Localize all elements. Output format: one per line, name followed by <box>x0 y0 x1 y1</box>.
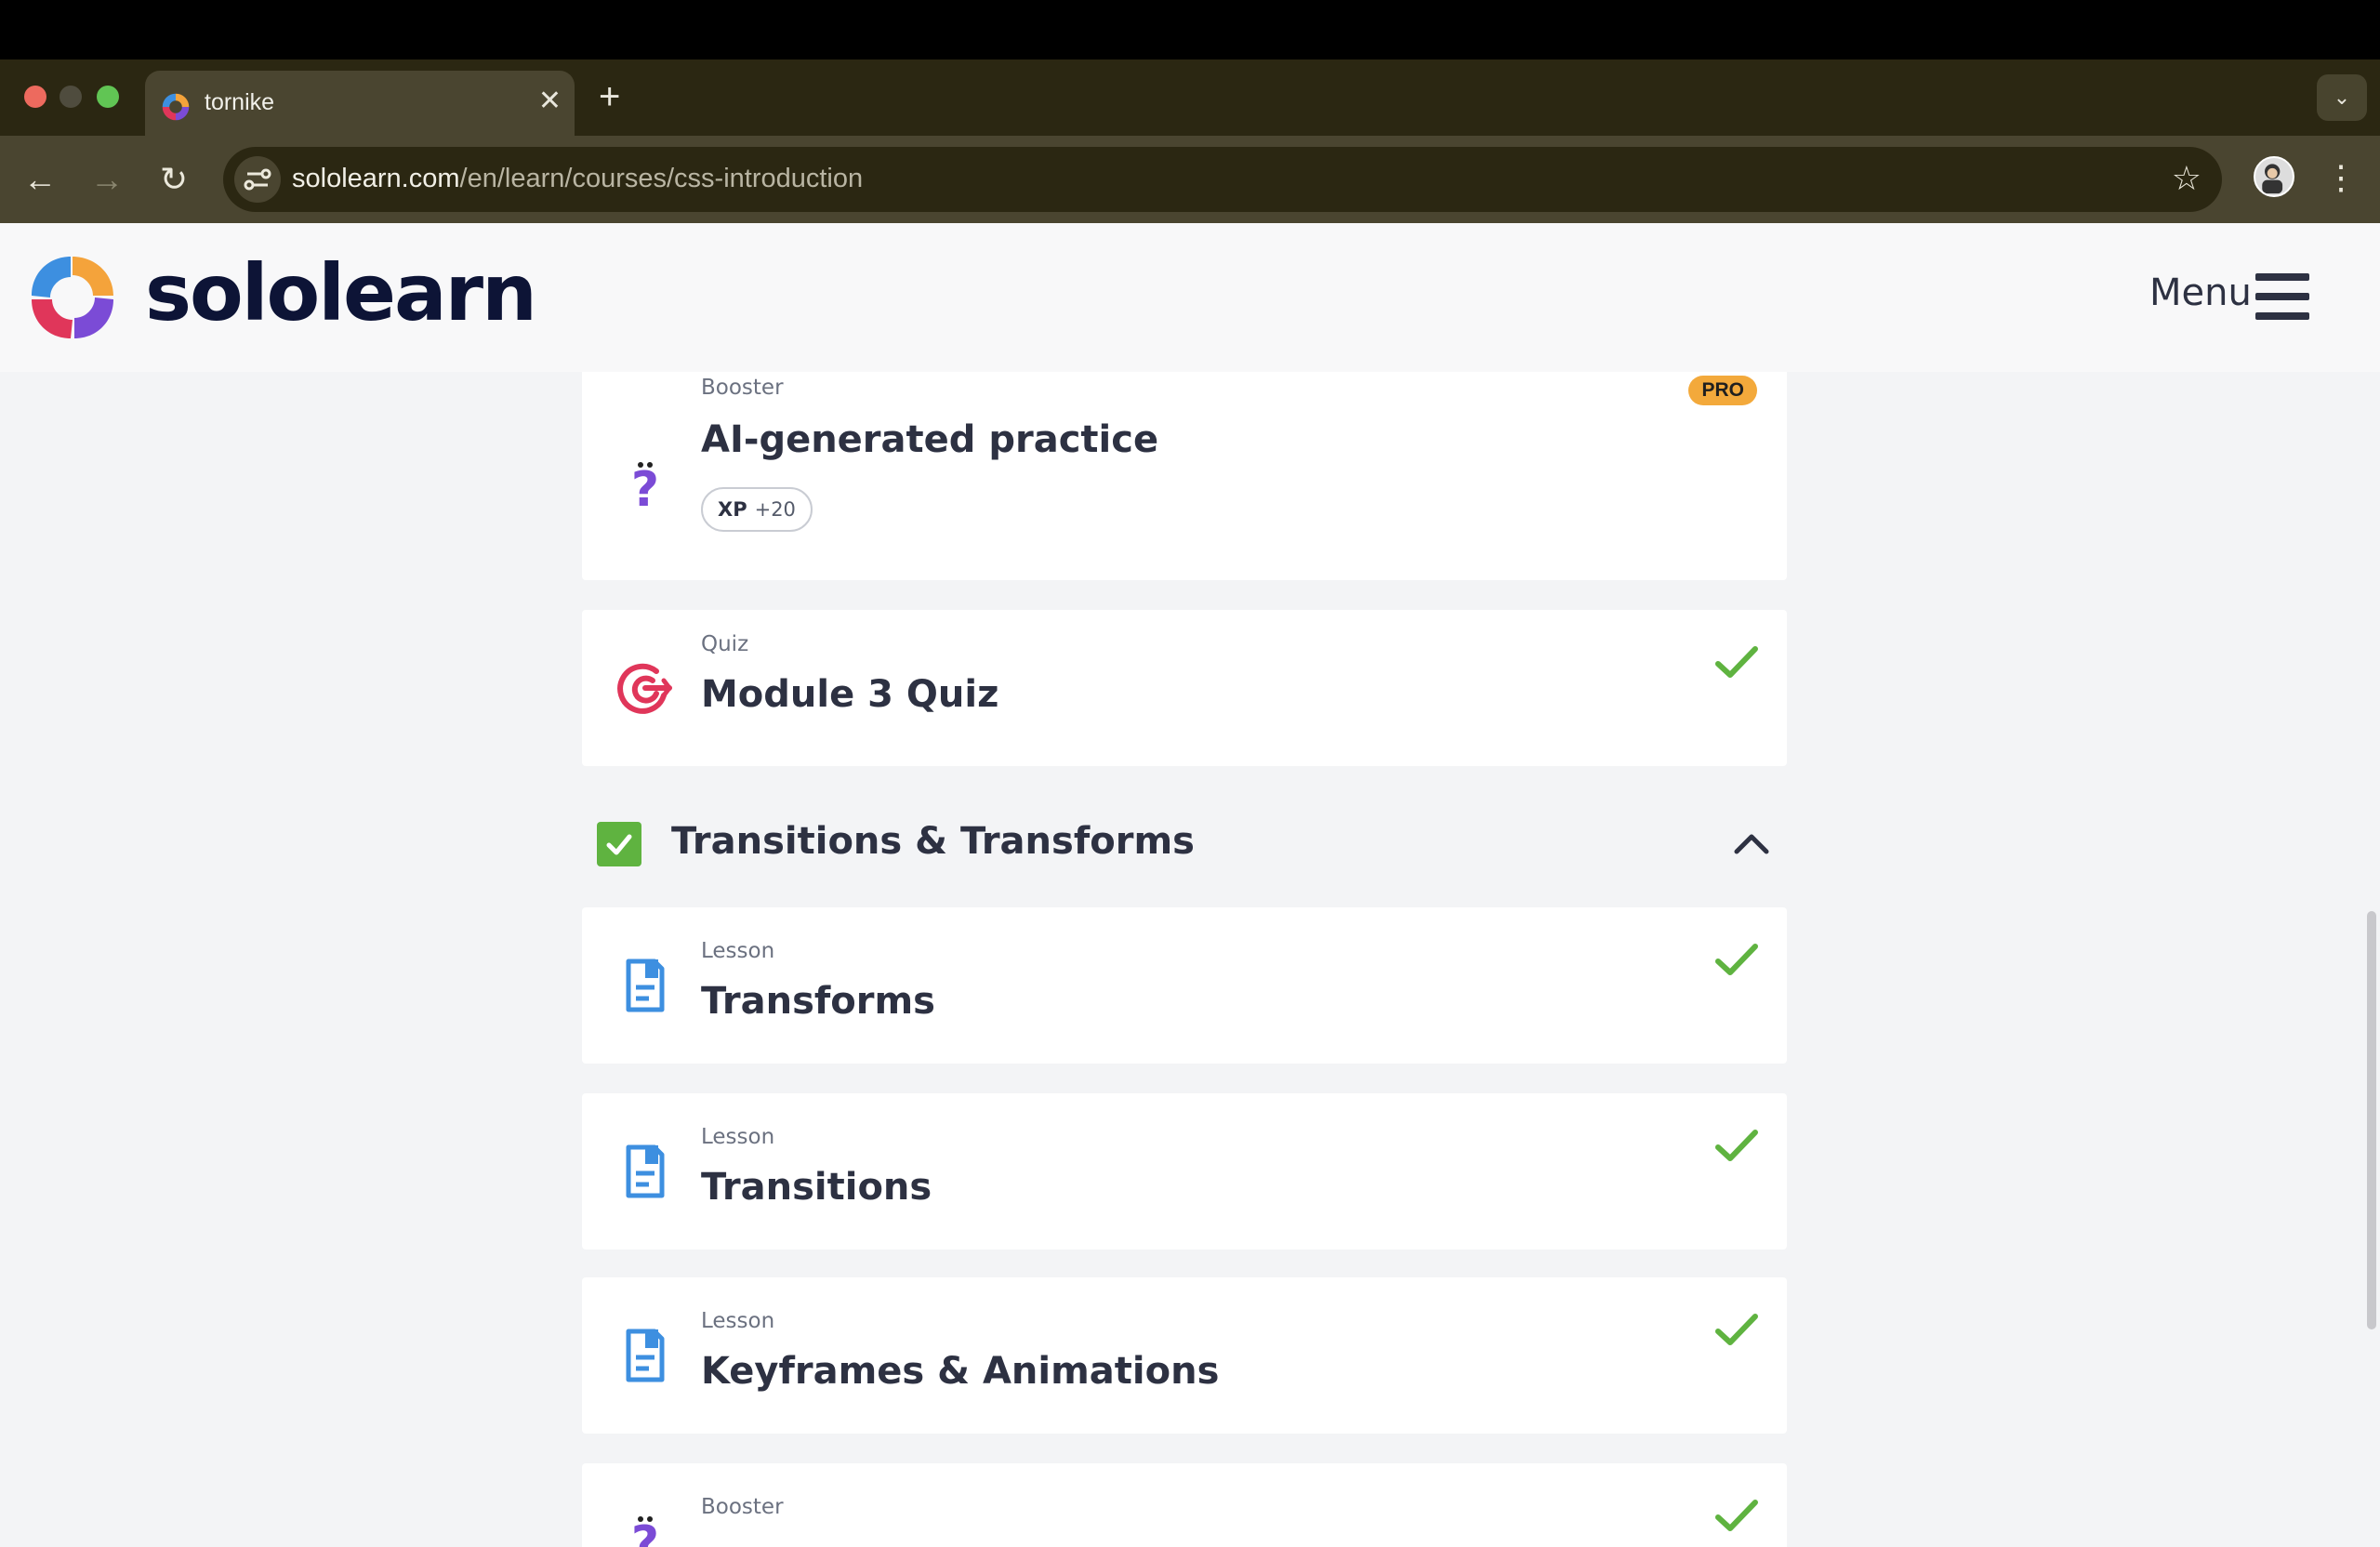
xp-reward-pill: XP +20 <box>701 487 813 532</box>
url-text: sololearn.com/en/learn/courses/css-intro… <box>292 164 864 193</box>
lesson-document-icon <box>626 1329 665 1382</box>
brand-name[interactable]: sololearn <box>145 247 537 338</box>
hamburger-menu-icon[interactable] <box>2255 273 2309 320</box>
item-kind: Booster <box>701 1495 784 1519</box>
item-title: Keyframes & Animations <box>701 1350 1220 1393</box>
item-kind: Lesson <box>701 1125 775 1149</box>
lesson-card[interactable]: Lesson Keyframes & Animations <box>582 1277 1787 1434</box>
sololearn-favicon-icon <box>162 93 190 121</box>
course-item-card[interactable]: ? Booster <box>582 1463 1787 1547</box>
browser-chrome: tornike ✕ + ⌄ ← → ↻ sololearn.com/en/lea… <box>0 60 2380 223</box>
item-kind: Lesson <box>701 1309 775 1333</box>
item-kind: Lesson <box>701 939 775 963</box>
completed-check-icon <box>1715 646 1758 678</box>
tab-title: tornike <box>205 89 275 115</box>
bookmark-star-icon[interactable]: ☆ <box>2172 158 2202 199</box>
section-complete-checkbox <box>597 822 641 866</box>
completed-check-icon <box>1715 1500 1758 1531</box>
profile-avatar[interactable] <box>2254 156 2294 197</box>
browser-menu-icon[interactable]: ⋮ <box>2324 152 2358 203</box>
pro-badge: PRO <box>1688 376 1757 405</box>
item-kind: Quiz <box>701 632 749 656</box>
site-info-icon[interactable] <box>234 156 281 203</box>
course-item-card[interactable]: ? Booster AI-generated practice PRO XP +2… <box>582 353 1787 580</box>
lesson-document-icon <box>626 959 665 1012</box>
section-title: Transitions & Transforms <box>671 820 1195 863</box>
close-window-button[interactable] <box>24 86 46 108</box>
top-black-bar <box>0 0 2380 60</box>
completed-check-icon <box>1715 1130 1758 1161</box>
question-mascot-icon: ? <box>631 1516 659 1547</box>
item-title: AI-generated practice <box>701 418 1159 461</box>
close-tab-icon[interactable]: ✕ <box>538 87 562 115</box>
item-title: Transitions <box>701 1166 932 1209</box>
item-title: Transforms <box>701 980 935 1023</box>
sololearn-logo-icon[interactable] <box>26 251 119 344</box>
chevron-up-icon[interactable] <box>1731 824 1772 861</box>
maximize-window-button[interactable] <box>97 86 119 108</box>
lesson-card[interactable]: Lesson Transitions <box>582 1093 1787 1250</box>
completed-check-icon <box>1715 1314 1758 1345</box>
browser-tab[interactable]: tornike ✕ <box>145 71 575 136</box>
page-content: sololearn Menu ? Booster AI-generated pr… <box>0 223 2380 1547</box>
course-item-card[interactable]: Quiz Module 3 Quiz <box>582 610 1787 766</box>
module-section-header[interactable]: Transitions & Transforms <box>597 811 1772 876</box>
lesson-card[interactable]: Lesson Transforms <box>582 907 1787 1064</box>
item-kind: Booster <box>701 376 784 400</box>
menu-label[interactable]: Menu <box>2149 271 2252 314</box>
minimize-window-button[interactable] <box>60 86 82 108</box>
new-tab-button[interactable]: + <box>599 78 620 115</box>
lesson-document-icon <box>626 1144 665 1198</box>
forward-button[interactable]: → <box>82 154 132 205</box>
tab-strip: tornike ✕ + ⌄ <box>0 60 2380 136</box>
page-scrollbar[interactable] <box>2367 911 2376 1329</box>
svg-text:?: ? <box>631 462 659 515</box>
svg-text:?: ? <box>631 1516 659 1547</box>
completed-check-icon <box>1715 944 1758 975</box>
back-button[interactable]: ← <box>15 154 65 205</box>
address-bar[interactable]: sololearn.com/en/learn/courses/css-intro… <box>223 147 2222 212</box>
site-header: sololearn Menu <box>0 223 2380 372</box>
tab-search-button[interactable]: ⌄ <box>2317 74 2367 121</box>
question-mascot-icon: ? <box>631 462 659 515</box>
item-title: Module 3 Quiz <box>701 673 999 716</box>
target-icon <box>617 663 673 714</box>
navigation-bar: ← → ↻ sololearn.com/en/learn/courses/css… <box>0 136 2380 223</box>
reload-button[interactable]: ↻ <box>149 154 199 205</box>
